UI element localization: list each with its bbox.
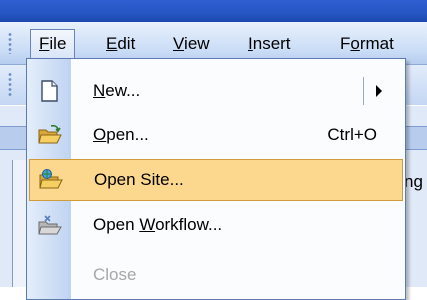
new-document-icon <box>37 79 61 103</box>
open-site-icon <box>38 168 63 192</box>
menu-file[interactable]: File <box>30 29 76 60</box>
submenu-arrow-icon[interactable] <box>376 85 382 97</box>
submenu-separator <box>363 77 364 105</box>
menu-item-open-workflow-label: Open Workflow... <box>93 205 222 245</box>
file-menu-dropdown: New... Open... Ctrl+O Open Site... Open … <box>26 58 406 300</box>
menu-format-accel: o <box>350 34 360 53</box>
open-workflow-icon <box>37 213 62 237</box>
menu-file-rest: ile <box>49 34 67 53</box>
menu-edit-accel: E <box>106 34 118 53</box>
menu-view-accel: V <box>173 34 185 53</box>
menu-item-new-label: New... <box>93 71 140 111</box>
new-accel: N <box>93 81 106 100</box>
toolbar-grip[interactable] <box>8 72 12 96</box>
menu-file-accel: F <box>39 34 50 53</box>
menu-format[interactable]: Format <box>332 30 402 58</box>
menu-format-pre: F <box>340 34 351 53</box>
title-bar <box>0 0 427 22</box>
workflow-accel: W <box>139 215 156 234</box>
menu-item-close: Close <box>27 255 405 295</box>
menu-item-open-site[interactable]: Open Site... <box>29 159 403 201</box>
menu-item-new[interactable]: New... <box>27 71 405 111</box>
new-rest: ew... <box>105 81 141 100</box>
menu-format-rest: rmat <box>359 34 394 53</box>
workflow-pre: Open <box>93 215 140 234</box>
menu-insert-rest: nsert <box>252 34 291 53</box>
open-folder-icon <box>37 123 62 147</box>
menu-item-close-label: Close <box>93 265 137 284</box>
open-accel: O <box>93 125 107 144</box>
menu-item-open-label: Open... <box>93 115 149 155</box>
menu-edit-rest: dit <box>117 34 136 53</box>
menu-item-open-site-label: Open Site... <box>94 170 184 189</box>
open-shortcut: Ctrl+O <box>327 125 377 144</box>
menu-edit[interactable]: Edit <box>98 30 143 58</box>
menu-item-open[interactable]: Open... Ctrl+O <box>27 115 405 155</box>
menu-insert[interactable]: Insert <box>240 30 299 58</box>
open-rest: pen... <box>106 125 149 144</box>
partial-text: ng <box>404 172 423 191</box>
menu-view-rest: iew <box>184 34 210 53</box>
side-panel-edge <box>12 160 27 287</box>
menu-view[interactable]: View <box>165 30 218 58</box>
menubar-grip[interactable] <box>8 32 12 54</box>
workflow-rest: orkflow... <box>155 215 223 234</box>
menu-item-open-workflow[interactable]: Open Workflow... <box>27 205 405 245</box>
